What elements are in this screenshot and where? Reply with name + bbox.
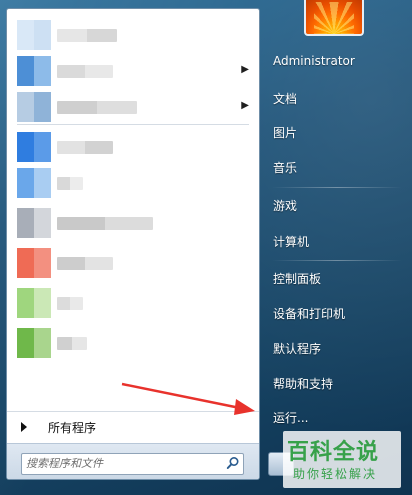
watermark-main-text: 百科全说 [287, 440, 380, 465]
program-item[interactable] [7, 129, 259, 165]
right-pane-item[interactable]: 设备和打印机 [273, 305, 345, 322]
program-label-blurred [57, 257, 113, 270]
right-pane-item[interactable]: 运行... [273, 409, 308, 426]
program-list: ▶ ▶ [7, 9, 259, 407]
program-item[interactable]: ▶ [7, 89, 259, 125]
program-icon [17, 168, 51, 198]
program-icon [17, 328, 51, 358]
search-area [7, 443, 259, 479]
program-label-blurred [57, 101, 137, 114]
flower-image [314, 2, 354, 34]
all-programs-label: 所有程序 [48, 421, 97, 435]
program-label-blurred [57, 337, 87, 350]
watermark-logo: 百科全说 助你轻松解决 [283, 431, 401, 488]
program-label-blurred [57, 217, 153, 230]
program-icon [17, 132, 51, 162]
submenu-arrow-icon: ▶ [241, 100, 249, 111]
right-pane-item[interactable]: 计算机 [273, 233, 309, 250]
program-label-blurred [57, 65, 113, 78]
program-label-blurred [57, 297, 83, 310]
right-pane-separator [272, 187, 402, 188]
search-icon[interactable] [226, 456, 240, 470]
program-label-blurred [57, 141, 113, 154]
program-item[interactable] [7, 165, 259, 201]
program-label-blurred [57, 177, 83, 190]
right-pane-item[interactable]: 文档 [273, 90, 297, 107]
right-pane-item[interactable]: 图片 [273, 124, 297, 141]
right-pane-item[interactable]: 帮助和支持 [273, 375, 333, 392]
all-programs-arrow-icon [21, 422, 27, 432]
program-item[interactable] [7, 325, 259, 361]
program-icon [17, 248, 51, 278]
right-pane-separator [272, 260, 402, 261]
user-avatar[interactable] [304, 0, 364, 36]
program-icon [17, 92, 51, 122]
program-icon [17, 288, 51, 318]
right-pane-item[interactable]: 游戏 [273, 197, 297, 214]
all-programs-button[interactable]: 所有程序 [7, 411, 259, 442]
start-menu-left-pane: ▶ ▶ 所有程序 [6, 8, 260, 480]
submenu-arrow-icon: ▶ [241, 64, 249, 75]
program-icon [17, 20, 51, 50]
program-item[interactable]: ▶ [7, 53, 259, 89]
search-input[interactable] [26, 455, 216, 472]
program-icon [17, 208, 51, 238]
program-item[interactable] [7, 205, 259, 241]
program-item[interactable] [7, 285, 259, 321]
right-pane-item[interactable]: 控制面板 [273, 270, 321, 287]
pinned-separator [17, 124, 249, 125]
right-pane-item[interactable]: 音乐 [273, 159, 297, 176]
program-item[interactable] [7, 245, 259, 281]
watermark-sub-text: 助你轻松解决 [293, 467, 378, 481]
right-pane-item[interactable]: Administrator [273, 54, 355, 68]
program-item[interactable] [7, 17, 259, 53]
program-icon [17, 56, 51, 86]
program-label-blurred [57, 29, 117, 42]
right-pane-item[interactable]: 默认程序 [273, 340, 321, 357]
search-box[interactable] [21, 453, 244, 475]
